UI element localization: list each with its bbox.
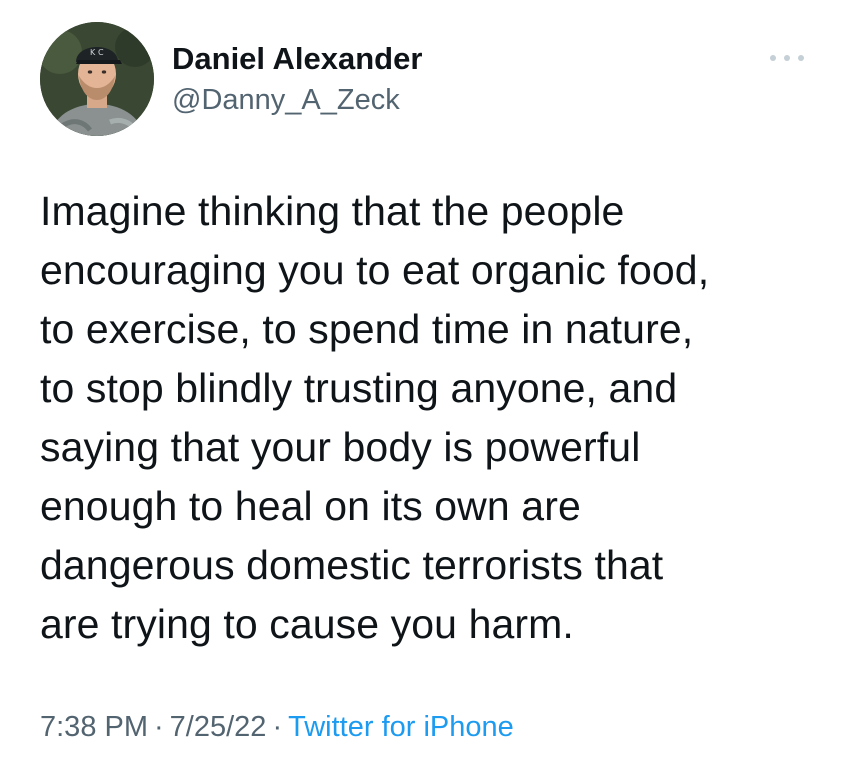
- avatar-image: K C: [40, 22, 154, 136]
- svg-text:C: C: [98, 48, 104, 57]
- tweet: K C Daniel Alexander @Danny_A_Zeck Imagi…: [0, 0, 843, 767]
- tweet-line: dangerous domestic terrorists that: [40, 542, 664, 588]
- tweet-text: Imagine thinking that the people encoura…: [40, 182, 810, 654]
- tweet-line: Imagine thinking that the people: [40, 188, 625, 234]
- author-block: Daniel Alexander @Danny_A_Zeck: [172, 40, 422, 118]
- tweet-date[interactable]: 7/25/22: [170, 711, 267, 743]
- tweet-line: to stop blindly trusting anyone, and: [40, 365, 678, 411]
- meta-separator: ·: [154, 711, 164, 743]
- more-options-icon[interactable]: [770, 50, 804, 66]
- svg-text:K: K: [90, 48, 96, 57]
- tweet-meta: 7:38 PM · 7/25/22 · Twitter for iPhone: [40, 708, 514, 746]
- tweet-line: encouraging you to eat organic food,: [40, 247, 710, 293]
- display-name[interactable]: Daniel Alexander: [172, 40, 422, 78]
- dot-icon: [798, 55, 804, 61]
- tweet-source-link[interactable]: Twitter for iPhone: [288, 711, 514, 743]
- tweet-line: saying that your body is powerful: [40, 424, 641, 470]
- dot-icon: [784, 55, 790, 61]
- tweet-line: to exercise, to spend time in nature,: [40, 306, 694, 352]
- dot-icon: [770, 55, 776, 61]
- tweet-time[interactable]: 7:38 PM: [40, 711, 148, 743]
- avatar[interactable]: K C: [40, 22, 154, 136]
- tweet-line: enough to heal on its own are: [40, 483, 581, 529]
- meta-separator: ·: [272, 711, 283, 743]
- tweet-line: are trying to cause you harm.: [40, 601, 574, 647]
- user-handle[interactable]: @Danny_A_Zeck: [172, 82, 422, 118]
